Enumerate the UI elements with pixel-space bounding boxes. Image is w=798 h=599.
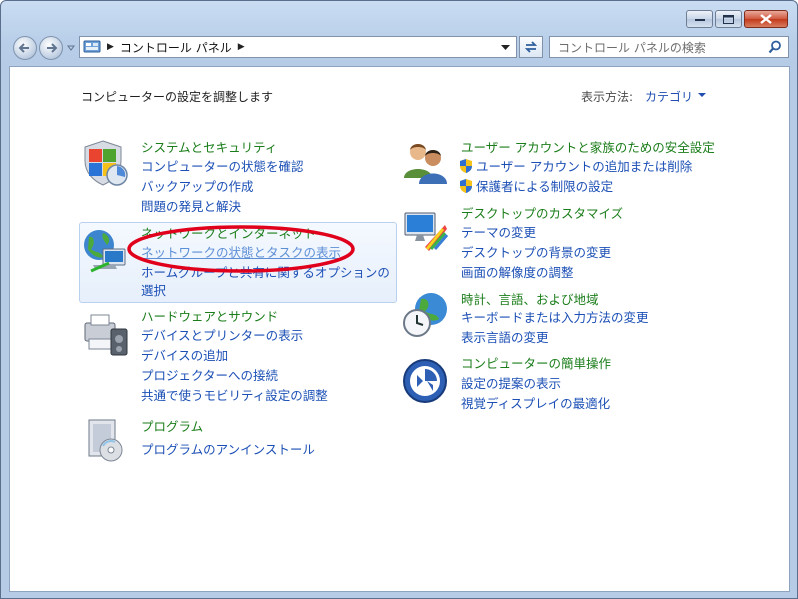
network-globe-icon <box>84 230 126 273</box>
category-network-title[interactable]: ネットワークとインターネット <box>141 223 316 242</box>
link-check-computer-status[interactable]: コンピューターの状態を確認 <box>141 156 304 175</box>
recent-pages-dropdown-icon[interactable] <box>67 44 75 52</box>
desktop-personalize-icon <box>404 212 449 251</box>
category-system-security-title[interactable]: システムとセキュリティ <box>141 137 277 156</box>
close-icon <box>760 14 772 24</box>
programs-icon <box>88 419 123 462</box>
maximize-button[interactable] <box>715 10 742 28</box>
link-optimize-display[interactable]: 視覚ディスプレイの最適化 <box>461 393 610 412</box>
link-homegroup-sharing[interactable]: ホームグループと共有に関するオプションの <box>141 262 390 281</box>
link-add-remove-users[interactable]: ユーザー アカウントの追加または削除 <box>459 156 692 175</box>
breadcrumb-control-panel[interactable]: コントロール パネル <box>120 39 232 56</box>
forward-arrow-icon <box>47 43 58 53</box>
breadcrumb-separator-icon[interactable]: ▶ <box>107 42 114 52</box>
link-change-background[interactable]: デスクトップの背景の変更 <box>461 242 611 261</box>
refresh-icon <box>524 41 538 53</box>
close-button[interactable] <box>744 10 788 28</box>
users-icon <box>404 144 447 184</box>
link-devices-printers[interactable]: デバイスとプリンターの表示 <box>141 325 303 344</box>
back-arrow-icon <box>18 43 29 53</box>
view-by-chevron-down-icon[interactable] <box>698 93 706 98</box>
search-input[interactable]: コントロール パネルの検索 <box>558 39 706 56</box>
link-suggested-settings[interactable]: 設定の提案の表示 <box>461 373 561 392</box>
link-connect-projector[interactable]: プロジェクターへの接続 <box>141 365 278 384</box>
breadcrumb-separator-icon[interactable]: ▶ <box>238 42 245 52</box>
link-change-theme[interactable]: テーマの変更 <box>461 222 536 241</box>
search-icon[interactable] <box>768 40 782 54</box>
link-change-display-language[interactable]: 表示言語の変更 <box>461 327 549 346</box>
caption-buttons <box>686 10 788 28</box>
uac-shield-icon <box>460 179 472 193</box>
category-appearance-title[interactable]: デスクトップのカスタマイズ <box>461 203 623 222</box>
link-add-remove-users-label: ユーザー アカウントの追加または削除 <box>476 159 693 174</box>
category-ease-of-access-title[interactable]: コンピューターの簡単操作 <box>461 353 611 372</box>
minimize-icon <box>694 19 705 21</box>
view-by-label: 表示方法: <box>581 90 634 104</box>
control-panel-icon <box>83 40 101 53</box>
link-change-keyboard[interactable]: キーボードまたは入力方法の変更 <box>461 307 649 326</box>
minimize-button[interactable] <box>686 10 713 28</box>
link-adjust-resolution[interactable]: 画面の解像度の調整 <box>461 262 574 281</box>
link-homegroup-sharing-cont[interactable]: 選択 <box>141 280 166 299</box>
search-box[interactable]: コントロール パネルの検索 <box>549 36 789 58</box>
ease-of-access-icon <box>403 359 447 403</box>
refresh-button[interactable] <box>519 36 543 58</box>
link-parental-controls-label: 保護者による制限の設定 <box>476 179 614 194</box>
printer-speaker-icon <box>84 314 128 356</box>
back-button[interactable] <box>13 36 37 60</box>
shield-icon <box>84 140 128 186</box>
maximize-icon <box>723 14 734 24</box>
address-bar[interactable]: ▶ コントロール パネル ▶ <box>79 36 517 58</box>
category-user-accounts-title[interactable]: ユーザー アカウントと家族のための安全設定 <box>461 137 715 156</box>
category-hardware-sound-title[interactable]: ハードウェアとサウンド <box>141 306 278 325</box>
clock-globe-icon <box>403 293 447 337</box>
uac-shield-icon <box>460 159 472 173</box>
link-create-backup[interactable]: バックアップの作成 <box>141 176 254 195</box>
control-panel-window: ▶ コントロール パネル ▶ コントロール パネルの検索 コンピューターの設定を… <box>0 0 798 599</box>
link-troubleshoot[interactable]: 問題の発見と解決 <box>141 196 241 215</box>
link-parental-controls[interactable]: 保護者による制限の設定 <box>459 176 613 195</box>
forward-button[interactable] <box>39 36 63 60</box>
page-title: コンピューターの設定を調整します <box>81 90 274 104</box>
link-network-status-tasks[interactable]: ネットワークの状態とタスクの表示 <box>141 242 341 261</box>
category-clock-region-title[interactable]: 時計、言語、および地域 <box>461 289 599 308</box>
link-add-device[interactable]: デバイスの追加 <box>141 345 228 364</box>
view-by-dropdown[interactable]: カテゴリ <box>645 88 693 105</box>
link-uninstall-program[interactable]: プログラムのアンインストール <box>141 439 315 458</box>
address-dropdown-icon[interactable] <box>501 45 510 51</box>
link-mobility-settings[interactable]: 共通で使うモビリティ設定の調整 <box>141 385 328 404</box>
category-programs-title[interactable]: プログラム <box>141 416 203 435</box>
